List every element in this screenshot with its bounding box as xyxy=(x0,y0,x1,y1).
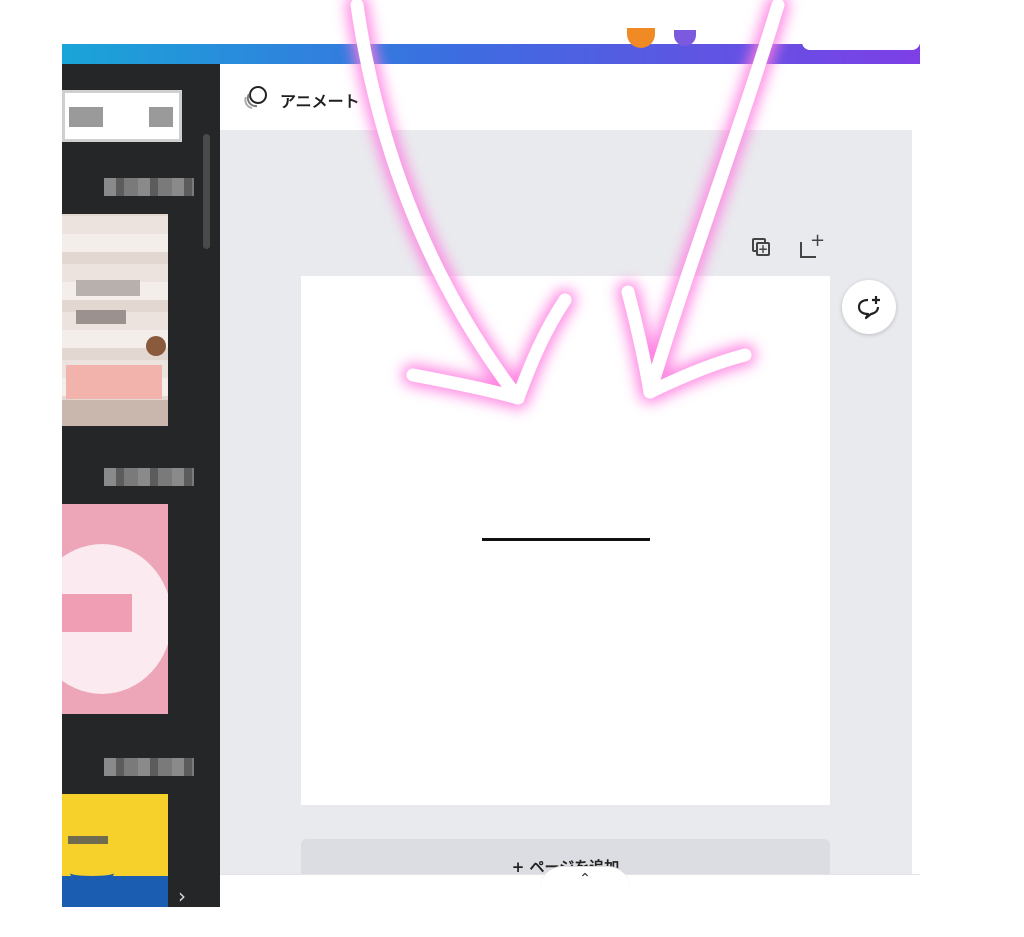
animate-button[interactable]: アニメート xyxy=(280,88,360,112)
blurred-content xyxy=(62,876,168,907)
add-page-icon[interactable]: + xyxy=(800,232,825,258)
page-actions: + + xyxy=(748,232,828,266)
blurred-content xyxy=(146,336,166,356)
template-thumbnail[interactable] xyxy=(62,214,168,426)
top-bar-cropped xyxy=(62,0,920,44)
blurred-template-label xyxy=(104,178,194,196)
duplicate-page-icon[interactable]: + xyxy=(750,236,772,258)
template-thumbnail[interactable] xyxy=(62,504,168,714)
sidebar-panel: › xyxy=(62,64,220,907)
blurred-text xyxy=(69,107,103,127)
canvas-area: +++ ページを追加 xyxy=(220,130,912,894)
editor-toolbar: アニメート xyxy=(220,64,920,130)
blurred-content xyxy=(62,400,168,426)
chevron-right-icon[interactable]: › xyxy=(170,884,194,907)
search-input[interactable] xyxy=(62,90,182,142)
avatar[interactable] xyxy=(627,28,655,48)
blurred-content xyxy=(76,280,140,296)
top-navigation-bar xyxy=(62,0,920,64)
blurred-content xyxy=(62,594,132,632)
blurred-content xyxy=(76,310,126,324)
blurred-content xyxy=(68,836,108,844)
blurred-icon xyxy=(149,107,173,127)
line-element[interactable] xyxy=(482,538,650,541)
blurred-content xyxy=(66,365,162,399)
blurred-template-label xyxy=(104,758,194,776)
editor-main: アニメート+++ ページを追加⌃ xyxy=(220,64,920,907)
template-thumbnail[interactable] xyxy=(62,794,168,907)
sidebar-scrollbar[interactable] xyxy=(203,134,210,249)
share-button[interactable] xyxy=(802,0,920,50)
comment-add-icon xyxy=(857,296,880,320)
add-comment-button[interactable] xyxy=(842,280,896,334)
animate-icon[interactable] xyxy=(240,84,270,112)
design-page[interactable] xyxy=(301,276,830,805)
blurred-template-label xyxy=(104,468,194,486)
expand-pages-button[interactable]: ⌃ xyxy=(540,866,630,888)
chevron-up-icon: ⌃ xyxy=(579,871,591,887)
